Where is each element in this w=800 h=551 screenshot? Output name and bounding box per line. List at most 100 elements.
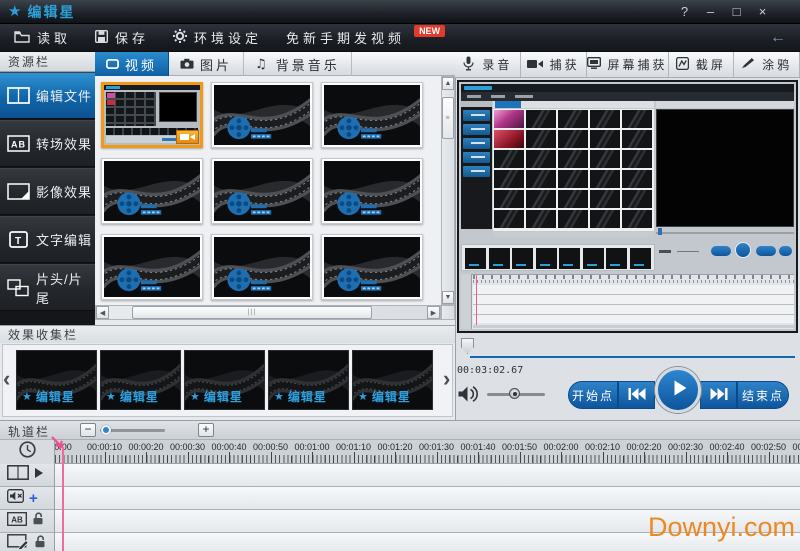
capture-button-label: 涂鸦 (762, 56, 792, 73)
mini-thumbnail (494, 190, 524, 208)
media-thumbnail-5[interactable] (211, 158, 313, 224)
vertical-scrollbar[interactable]: ▲ ≡ ▼ (441, 76, 455, 305)
transition-ab-icon: AB (6, 135, 30, 152)
sidebar-item-2[interactable]: AB转场效果 (0, 120, 95, 167)
maximize-button[interactable]: □ (729, 4, 744, 19)
media-thumbnail-2[interactable] (211, 82, 313, 148)
timeline-zoom-knob[interactable] (101, 425, 111, 435)
effects-scroll-left-icon[interactable]: ‹ (3, 368, 10, 390)
scroll-down-icon[interactable]: ▼ (442, 291, 454, 304)
toolbar-item-settings[interactable]: 环境设定 (173, 28, 262, 47)
media-thumbnail-4[interactable] (101, 158, 203, 224)
capture-button-4[interactable]: 截屏 (669, 52, 735, 77)
capture-button-5[interactable]: 涂鸦 (734, 52, 800, 77)
media-thumbnail-7[interactable] (101, 234, 203, 300)
ruler-mid-tick (416, 456, 417, 464)
track-header-3[interactable]: AB (0, 510, 55, 533)
media-thumbnail-8[interactable] (211, 234, 313, 300)
vscroll-thumb[interactable]: ≡ (442, 97, 454, 139)
window-controls: ?–□ × (677, 4, 770, 19)
tab-2[interactable]: 图片 (169, 52, 244, 76)
sidebar-item-label: 编辑文件 (36, 86, 92, 105)
ruler-mid-tick (291, 456, 292, 464)
sidebar-item-5[interactable]: 片头/片尾 (0, 264, 95, 311)
media-thumbnail-1[interactable] (101, 82, 203, 148)
tab-1[interactable]: 视频 (95, 52, 169, 76)
ruler-mid-tick (457, 456, 458, 464)
ruler-major-tick (312, 452, 313, 464)
mini-thumbnail (590, 130, 620, 148)
capture-button-3[interactable]: 屏幕捕获 (587, 52, 669, 77)
mini-thumbnail (494, 110, 524, 128)
mini-preview-screen (656, 109, 794, 227)
timeline-zoom-in-button[interactable]: + (198, 423, 214, 437)
track-header-2[interactable]: + (0, 487, 55, 510)
mini-effects-row (461, 244, 655, 271)
help-button[interactable]: ? (677, 4, 692, 19)
mini-thumbnail (622, 210, 652, 228)
track-lock-icon[interactable] (34, 535, 46, 551)
ruler-mid-tick (125, 456, 126, 464)
track-add-icon[interactable]: + (29, 491, 38, 506)
sidebar-item-4[interactable]: T文字编辑 (0, 216, 95, 263)
minimize-button[interactable]: – (703, 4, 718, 19)
timeline-ruler[interactable]: 0:0000:00:1000:00:2000:00:3000:00:4000:0… (0, 440, 800, 464)
ruler-major-tick (769, 452, 770, 464)
videocam-badge-icon (176, 130, 199, 144)
sidebar-item-3[interactable]: 影像效果 (0, 168, 95, 215)
ruler-mid-tick (333, 456, 334, 464)
track-play-icon[interactable] (34, 466, 44, 484)
volume-icon[interactable] (458, 385, 479, 408)
toolbar-item-label: 保存 (115, 28, 149, 47)
folder-open-icon (14, 30, 30, 46)
seek-progress-line[interactable] (470, 356, 795, 358)
track-header-4[interactable] (0, 533, 55, 551)
previous-frame-button[interactable] (618, 381, 655, 409)
scroll-left-icon[interactable]: ◀ (96, 306, 109, 319)
horizontal-scrollbar[interactable]: ◀ ||| ▶ (95, 305, 441, 320)
capture-button-label: 截屏 (696, 56, 726, 73)
track-header-1[interactable] (0, 464, 55, 487)
ruler-major-tick (354, 452, 355, 464)
mini-effect-thumbnail (630, 248, 651, 269)
scroll-up-icon[interactable]: ▲ (442, 77, 454, 90)
ruler-label: 00:00:10 (87, 442, 122, 452)
effect-thumbnail-1[interactable]: ★编辑星 (16, 350, 97, 410)
mini-volume (659, 250, 671, 253)
toolbar-item-save[interactable]: 保存 (95, 28, 149, 47)
effect-thumbnail-5[interactable]: ★编辑星 (352, 350, 433, 410)
effect-thumbnail-3[interactable]: ★编辑星 (184, 350, 265, 410)
close-button[interactable]: × (755, 4, 770, 19)
start-point-button[interactable]: 开始点 (568, 381, 618, 409)
media-thumbnail-9[interactable] (321, 234, 423, 300)
track-lane-2[interactable] (55, 487, 800, 510)
sidebar-item-1[interactable]: 编辑文件 (0, 72, 95, 119)
toolbar-item-open[interactable]: 读取 (14, 28, 71, 47)
hscroll-thumb[interactable]: ||| (132, 306, 372, 319)
mini-timeline-ruler (473, 275, 794, 279)
toolbar-collapse-arrow-icon[interactable]: ← (770, 29, 786, 47)
filmstrip-art (104, 237, 200, 297)
effect-thumbnail-2[interactable]: ★编辑星 (100, 350, 181, 410)
video-tab-icon (106, 57, 119, 72)
next-frame-button[interactable] (700, 381, 737, 409)
ruler-mid-tick (706, 456, 707, 464)
media-thumbnail-6[interactable] (321, 158, 423, 224)
end-point-button[interactable]: 结束点 (737, 381, 789, 409)
tab-3[interactable]: ♫背景音乐 (244, 52, 352, 76)
effects-scroll-right-icon[interactable]: › (443, 368, 450, 390)
track-lane-1[interactable] (55, 464, 800, 487)
timeline-zoom-out-button[interactable]: − (80, 423, 96, 437)
media-thumbnail-3[interactable] (321, 82, 423, 148)
mini-thumbnail (526, 170, 556, 188)
play-button[interactable] (655, 367, 701, 413)
scroll-right-icon[interactable]: ▶ (427, 306, 440, 319)
effect-thumbnail-4[interactable]: ★编辑星 (268, 350, 349, 410)
capture-button-2[interactable]: 捕获 (521, 52, 587, 77)
track-lock-icon[interactable] (32, 512, 44, 530)
filmstrip-art (324, 161, 420, 221)
playhead-line[interactable] (62, 447, 64, 551)
toolbar-item-publish[interactable]: 免新手期发视频NEW (286, 28, 445, 47)
capture-button-1[interactable]: 录音 (455, 52, 521, 77)
mini-capture-bar (656, 101, 794, 108)
